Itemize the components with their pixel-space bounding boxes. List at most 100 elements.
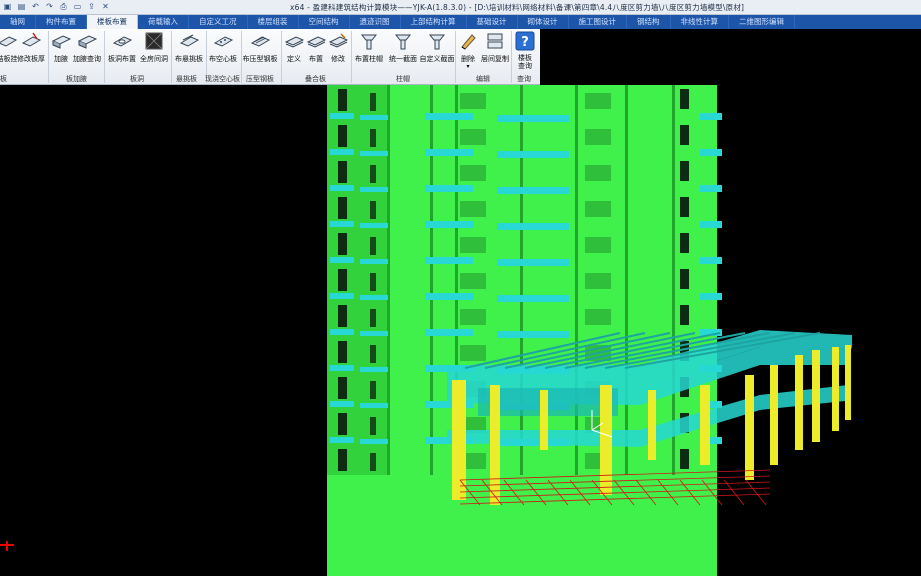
window-left-1 bbox=[338, 125, 347, 147]
slab-edge-l2-9 bbox=[360, 439, 388, 444]
group-label-column-cap: 柱帽 bbox=[396, 75, 410, 83]
ribbon-button-label: 自定义截面 bbox=[419, 55, 455, 63]
composite-place-button[interactable]: 布置 bbox=[305, 30, 327, 74]
haunch-query-button[interactable]: 加腋查询 bbox=[72, 30, 102, 74]
composite-define-button[interactable]: 定义 bbox=[283, 30, 305, 74]
modify-thickness-button[interactable]: 修改板厚 bbox=[16, 30, 46, 74]
haunch-icon bbox=[50, 30, 72, 52]
slab-edge-l2-1 bbox=[360, 151, 388, 156]
open-icon[interactable]: ▭ bbox=[72, 1, 83, 12]
balcony-a-0 bbox=[425, 113, 473, 120]
new-icon[interactable]: ▤ bbox=[16, 1, 27, 12]
balcony-a-3 bbox=[425, 221, 473, 228]
balcony-right-4 bbox=[700, 257, 722, 264]
slab-edge-left-6 bbox=[330, 329, 354, 335]
window-right-4 bbox=[680, 233, 689, 253]
ribbon-button-label: 加腋查询 bbox=[73, 55, 101, 63]
podium-column-10 bbox=[832, 347, 839, 431]
question-icon: ? bbox=[514, 30, 536, 52]
tab-9[interactable]: 基础设计 bbox=[467, 15, 518, 29]
slab-edge-left-1 bbox=[330, 149, 354, 155]
tab-6[interactable]: 空间结构 bbox=[299, 15, 350, 29]
balcony-right-5 bbox=[700, 293, 722, 300]
structure-model-render[interactable] bbox=[0, 85, 921, 576]
slab-edge-l2-7 bbox=[360, 367, 388, 372]
window-right-0 bbox=[680, 89, 689, 109]
delete-button[interactable]: 删除 ▾ bbox=[456, 30, 480, 74]
custom-section-button[interactable]: 自定义截面 bbox=[419, 30, 455, 74]
podium-column-2 bbox=[540, 390, 548, 450]
window-left-7 bbox=[338, 341, 347, 363]
tab-13[interactable]: 非线性计算 bbox=[671, 15, 729, 29]
svg-text:?: ? bbox=[521, 35, 529, 50]
slab-opening-icon bbox=[111, 30, 133, 52]
model-3d-viewport[interactable] bbox=[0, 85, 921, 576]
ribbon-button-label: 修改 bbox=[331, 55, 345, 63]
floor-copy-icon bbox=[484, 30, 506, 52]
group-divider bbox=[48, 31, 49, 83]
window-right-2 bbox=[680, 161, 689, 181]
tab-10[interactable]: 砌体设计 bbox=[518, 15, 569, 29]
ribbon-button-label: 层间复制 bbox=[481, 55, 509, 63]
balcony-right-1 bbox=[700, 149, 722, 156]
quick-access-toolbar: ▣ ▤ ↶ ↷ ⎙ ▭ ⇪ ✕ bbox=[2, 1, 111, 12]
panel-a-4 bbox=[460, 237, 486, 253]
balcony-a-1 bbox=[425, 149, 473, 156]
window-mid-3 bbox=[370, 201, 376, 219]
tab-4[interactable]: 自定义工况 bbox=[189, 15, 248, 29]
full-room-opening-icon bbox=[143, 30, 165, 52]
redo-icon[interactable]: ↷ bbox=[44, 1, 55, 12]
print-icon[interactable]: ⎙ bbox=[58, 1, 69, 12]
window-left-0 bbox=[338, 89, 347, 111]
column-cap-button[interactable]: 布置柱帽 bbox=[352, 30, 386, 74]
export-icon[interactable]: ⇪ bbox=[86, 1, 97, 12]
unified-section-button[interactable]: 统一截面 bbox=[386, 30, 420, 74]
slab-edge-l2-6 bbox=[360, 331, 388, 336]
slab-opening-button[interactable]: 板洞布置 bbox=[106, 30, 138, 74]
window-mid-6 bbox=[370, 309, 376, 327]
balcony-b-2 bbox=[497, 187, 569, 194]
column-cap-icon bbox=[426, 30, 448, 52]
slab-edge-left-0 bbox=[330, 113, 354, 119]
tab-0[interactable]: 轴网 bbox=[0, 15, 36, 29]
composite-modify-button[interactable]: 修改 bbox=[327, 30, 349, 74]
tab-7[interactable]: 遗迹识图 bbox=[350, 15, 401, 29]
window-mid-7 bbox=[370, 345, 376, 363]
panel-b-4 bbox=[585, 237, 611, 253]
tab-12[interactable]: 钢结构 bbox=[627, 15, 671, 29]
hollow-slab-button[interactable]: 布空心板 bbox=[207, 30, 239, 74]
save-icon[interactable]: ▣ bbox=[2, 1, 13, 12]
window-left-5 bbox=[338, 269, 347, 291]
tab-5[interactable]: 楼层组装 bbox=[248, 15, 299, 29]
slab-query-button[interactable]: ? 楼板 查询 bbox=[512, 30, 538, 74]
undo-icon[interactable]: ↶ bbox=[30, 1, 41, 12]
full-room-opening-button[interactable]: 全房间洞 bbox=[138, 30, 170, 74]
close-icon[interactable]: ✕ bbox=[100, 1, 111, 12]
balcony-right-2 bbox=[700, 185, 722, 192]
panel-b-0 bbox=[585, 93, 611, 109]
cantilever-slab-button[interactable]: 布悬挑板 bbox=[173, 30, 205, 74]
dropdown-arrow-icon: ▾ bbox=[466, 63, 470, 70]
window-right-3 bbox=[680, 197, 689, 217]
podium-column-7 bbox=[770, 365, 778, 465]
slab-edge-left-9 bbox=[330, 437, 354, 443]
panel-a-5 bbox=[460, 273, 486, 289]
tab-8[interactable]: 上部结构计算 bbox=[401, 15, 467, 29]
slab-edge-left-3 bbox=[330, 221, 354, 227]
profiled-steel-deck-button[interactable]: 布压型钢板 bbox=[241, 30, 279, 74]
ribbon-button-label: 楼板 查询 bbox=[518, 54, 532, 70]
slab-edge-l2-3 bbox=[360, 223, 388, 228]
balcony-b-5 bbox=[497, 295, 569, 302]
tab-2[interactable]: 楼板布置 bbox=[87, 15, 138, 29]
tab-14[interactable]: 二维图形编辑 bbox=[729, 15, 795, 29]
copy-between-floors-button[interactable]: 层间复制 bbox=[480, 30, 510, 74]
haunch-button[interactable]: 加腋 bbox=[50, 30, 72, 74]
tab-11[interactable]: 施工图设计 bbox=[569, 15, 627, 29]
window-left-9 bbox=[338, 413, 347, 435]
window-mid-9 bbox=[370, 417, 376, 435]
panel-a-3 bbox=[460, 201, 486, 217]
tab-1[interactable]: 构件布置 bbox=[36, 15, 87, 29]
tab-3[interactable]: 荷载输入 bbox=[138, 15, 189, 29]
balcony-b-3 bbox=[497, 223, 569, 230]
window-mid-4 bbox=[370, 237, 376, 255]
